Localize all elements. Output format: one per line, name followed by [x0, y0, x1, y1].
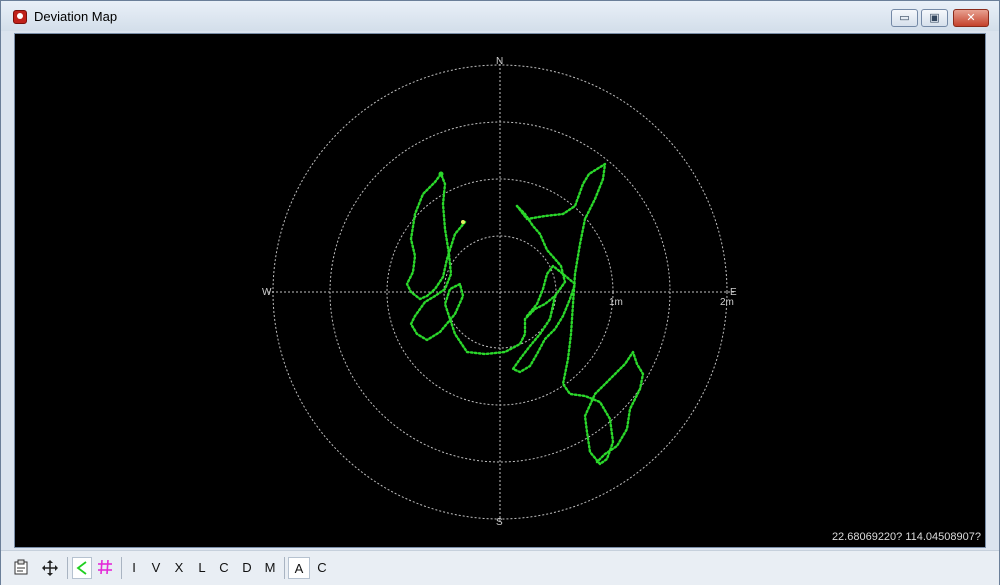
deviation-track — [405, 162, 645, 466]
tool-i-button[interactable]: I — [125, 557, 143, 579]
bottom-toolbar: I V X L C D M A C — [1, 550, 999, 585]
tool-c-button[interactable]: C — [215, 557, 233, 579]
window-title: Deviation Map — [34, 9, 118, 24]
compass-west: W — [262, 287, 272, 298]
track-west-loop — [405, 172, 567, 356]
ring-label-2m: 2m — [720, 297, 734, 308]
tool-v-button[interactable]: V — [147, 557, 165, 579]
track-color-icon[interactable] — [72, 557, 92, 579]
maximize-button[interactable]: ▣ — [921, 9, 948, 27]
deviation-map-window: Deviation Map ▭ ▣ ✕ N S E W 1m 2m 22.680… — [0, 0, 1000, 585]
minimize-button[interactable]: ▭ — [891, 9, 918, 27]
mode-c-button[interactable]: C — [313, 557, 331, 579]
properties-icon[interactable] — [13, 557, 31, 579]
tool-x-button[interactable]: X — [170, 557, 188, 579]
deviation-plot-canvas[interactable]: N S E W 1m 2m 22.68069220? 114.04508907? — [14, 33, 986, 548]
compass-south: S — [496, 517, 503, 528]
deviation-plot: N S E W 1m 2m — [262, 56, 737, 528]
title-bar[interactable]: Deviation Map ▭ ▣ ✕ — [1, 1, 999, 31]
pan-move-icon[interactable] — [41, 557, 59, 579]
tool-l-button[interactable]: L — [193, 557, 211, 579]
current-position-marker — [461, 220, 465, 224]
tool-d-button[interactable]: D — [238, 557, 256, 579]
app-icon — [13, 10, 27, 24]
track-start-marker — [438, 171, 444, 177]
ring-label-1m: 1m — [609, 297, 623, 308]
grid-toggle-icon[interactable] — [95, 557, 115, 579]
tool-m-button[interactable]: M — [261, 557, 279, 579]
mode-a-button[interactable]: A — [288, 557, 310, 579]
close-button[interactable]: ✕ — [953, 9, 989, 27]
track-east-loop — [515, 162, 645, 466]
compass-north: N — [496, 56, 503, 67]
coordinate-readout: 22.68069220? 114.04508907? — [831, 531, 981, 543]
